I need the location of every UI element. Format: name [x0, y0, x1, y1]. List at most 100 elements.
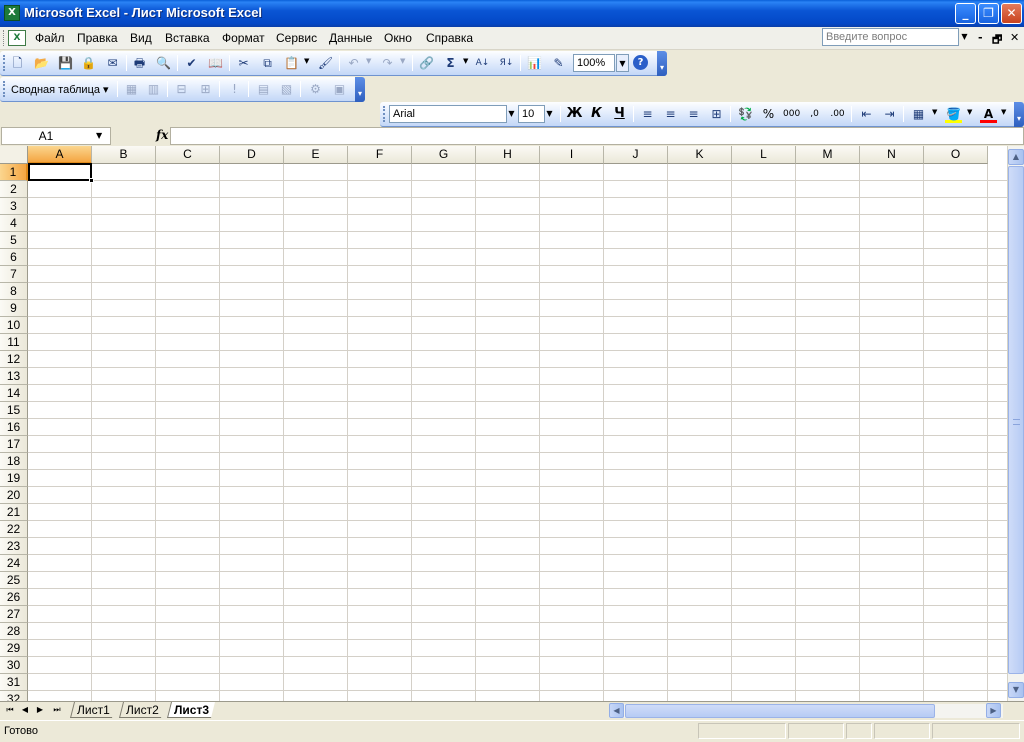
undo-dropdown-icon[interactable]: ▼	[366, 57, 371, 65]
active-cell[interactable]	[28, 163, 92, 181]
toolbar-options-icon[interactable]: ▾	[355, 77, 365, 102]
sort-descending-icon[interactable]: Я↓	[498, 55, 515, 71]
row-header[interactable]: 7	[0, 266, 28, 283]
next-sheet-icon[interactable]: ▶	[34, 704, 46, 716]
column-header[interactable]: E	[284, 146, 348, 164]
last-sheet-icon[interactable]: ⏭	[51, 704, 63, 716]
scroll-right-icon[interactable]: ▶	[986, 703, 1001, 718]
zoom-dropdown-icon[interactable]: ▼	[616, 54, 629, 72]
close-button[interactable]: ✕	[1001, 3, 1022, 24]
field-list-icon[interactable]: ▣	[331, 81, 348, 97]
excel-icon[interactable]: X	[4, 5, 20, 21]
redo-dropdown-icon[interactable]: ▼	[400, 57, 405, 65]
row-header[interactable]: 26	[0, 589, 28, 606]
fill-color-dropdown-icon[interactable]: ▼	[967, 108, 972, 116]
pivot-table-menu[interactable]: Сводная таблица ▾	[11, 83, 109, 96]
workbook-close-button[interactable]: ✕	[1010, 31, 1019, 44]
permission-icon[interactable]: 🔒	[80, 55, 97, 71]
column-header[interactable]: B	[92, 146, 156, 164]
format-painter-icon[interactable]: 🖌	[317, 55, 334, 71]
row-header[interactable]: 32	[0, 691, 28, 701]
toolbar-options-icon[interactable]: ▾	[1014, 102, 1024, 127]
row-header[interactable]: 30	[0, 657, 28, 674]
always-display-items-icon[interactable]: ▧	[278, 81, 295, 97]
horizontal-scrollbar[interactable]: ◀ ▶	[609, 703, 1003, 718]
row-header[interactable]: 11	[0, 334, 28, 351]
show-detail-icon[interactable]: ⊞	[197, 81, 214, 97]
paste-dropdown-icon[interactable]: ▼	[304, 57, 309, 65]
bold-button[interactable]: Ж	[566, 106, 583, 122]
menu-data[interactable]: Данные	[329, 31, 372, 45]
row-header[interactable]: 29	[0, 640, 28, 657]
menu-help[interactable]: Справка	[426, 31, 473, 45]
column-header[interactable]: N	[860, 146, 924, 164]
menu-file[interactable]: Файл	[35, 31, 65, 45]
row-header[interactable]: 18	[0, 453, 28, 470]
fill-handle[interactable]	[89, 178, 94, 183]
print-preview-icon[interactable]: 🔍	[155, 55, 172, 71]
toolbar-grip[interactable]	[3, 55, 6, 71]
formula-input[interactable]	[170, 127, 1024, 145]
increase-decimal-icon[interactable]: ,0	[806, 106, 823, 122]
percent-icon[interactable]: %	[760, 106, 777, 122]
borders-dropdown-icon[interactable]: ▼	[932, 108, 937, 116]
workbook-minimize-button[interactable]: -	[978, 31, 983, 44]
column-header[interactable]: F	[348, 146, 412, 164]
help-search-input[interactable]: Введите вопрос	[822, 28, 959, 46]
undo-icon[interactable]: ↶	[345, 55, 362, 71]
decrease-decimal-icon[interactable]: .00	[829, 106, 846, 122]
row-header[interactable]: 12	[0, 351, 28, 368]
toolbar-options-icon[interactable]: ▾	[657, 51, 667, 76]
row-header[interactable]: 19	[0, 470, 28, 487]
column-header[interactable]: K	[668, 146, 732, 164]
column-header[interactable]: G	[412, 146, 476, 164]
align-right-icon[interactable]: ≡	[685, 106, 702, 122]
row-header[interactable]: 2	[0, 181, 28, 198]
column-header[interactable]: H	[476, 146, 540, 164]
chart-wizard-icon[interactable]: 📊	[526, 55, 543, 71]
scroll-down-icon[interactable]: ▼	[1008, 682, 1024, 698]
field-settings-icon[interactable]: ⚙	[307, 81, 324, 97]
autosum-icon[interactable]: Σ	[442, 55, 459, 71]
open-icon[interactable]: 📂	[33, 55, 50, 71]
menu-view[interactable]: Вид	[130, 31, 152, 45]
workbook-restore-button[interactable]: 🗗	[992, 31, 1002, 50]
row-header[interactable]: 24	[0, 555, 28, 572]
underline-button[interactable]: Ч	[611, 106, 628, 122]
font-color-dropdown-icon[interactable]: ▼	[1001, 108, 1006, 116]
thousands-separator-icon[interactable]: 000	[783, 106, 800, 122]
help-search-dropdown-icon[interactable]: ▼	[958, 28, 971, 46]
row-header[interactable]: 1	[0, 164, 28, 181]
column-header[interactable]: O	[924, 146, 988, 164]
row-header[interactable]: 21	[0, 504, 28, 521]
toolbar-grip[interactable]	[3, 81, 6, 97]
row-header[interactable]: 25	[0, 572, 28, 589]
sheet-tab-1[interactable]: Лист1	[70, 702, 116, 718]
row-header[interactable]: 8	[0, 283, 28, 300]
row-header[interactable]: 14	[0, 385, 28, 402]
menu-format[interactable]: Формат	[222, 31, 265, 45]
help-icon[interactable]: ?	[633, 55, 648, 70]
row-header[interactable]: 17	[0, 436, 28, 453]
merge-center-icon[interactable]: ⊞	[708, 106, 725, 122]
menu-grip[interactable]	[3, 30, 6, 46]
menu-tools[interactable]: Сервис	[276, 31, 317, 45]
vertical-scroll-thumb[interactable]	[1008, 166, 1024, 674]
column-header[interactable]: I	[540, 146, 604, 164]
zoom-select[interactable]: 100%	[573, 54, 615, 72]
scroll-left-icon[interactable]: ◀	[609, 703, 624, 718]
drawing-icon[interactable]: ✎	[550, 55, 567, 71]
font-color-icon[interactable]: A	[980, 106, 997, 123]
borders-icon[interactable]: ▦	[910, 106, 927, 122]
redo-icon[interactable]: ↷	[379, 55, 396, 71]
align-center-icon[interactable]: ≡	[662, 106, 679, 122]
column-header[interactable]: L	[732, 146, 796, 164]
include-hidden-items-icon[interactable]: ▤	[255, 81, 272, 97]
email-icon[interactable]: ✉	[104, 55, 121, 71]
row-header[interactable]: 6	[0, 249, 28, 266]
cut-icon[interactable]: ✂	[235, 55, 252, 71]
format-report-icon[interactable]: ▦	[123, 81, 140, 97]
menu-edit[interactable]: Правка	[77, 31, 118, 45]
vertical-scrollbar[interactable]: ▲ ▼	[1007, 146, 1024, 701]
row-header[interactable]: 10	[0, 317, 28, 334]
